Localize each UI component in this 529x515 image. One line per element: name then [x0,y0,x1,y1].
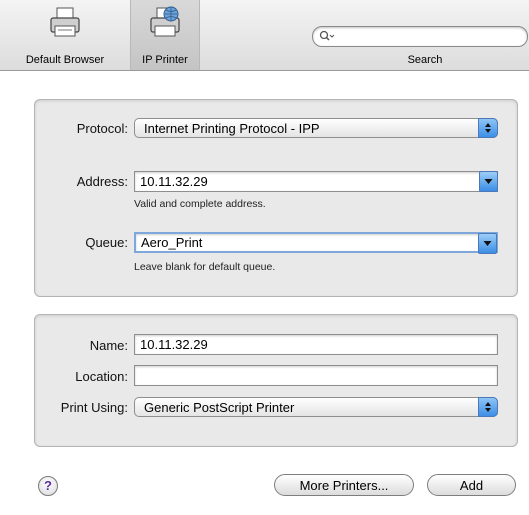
address-hint: Valid and complete address. [134,198,266,210]
up-down-arrows-icon [478,118,498,138]
chevron-down-icon[interactable] [478,233,497,254]
name-label: Name: [89,338,128,353]
print-using-value: Generic PostScript Printer [144,400,295,415]
location-label: Location: [75,369,128,384]
name-field[interactable]: 10.11.32.29 [134,334,498,355]
default-browser-tab[interactable]: Default Browser [0,0,130,70]
address-value: 10.11.32.29 [140,174,208,189]
ip-printer-tab[interactable]: IP Printer [130,0,200,70]
protocol-label: Protocol: [76,121,128,136]
toolbar: Default Browser IP Printer Search [0,0,529,71]
queue-hint: Leave blank for default queue. [134,261,276,273]
address-label: Address: [76,174,128,189]
help-button[interactable]: ? [38,476,58,496]
address-combo[interactable]: 10.11.32.29 [134,171,498,192]
network-printer-icon [150,6,180,37]
location-field[interactable] [134,365,498,386]
queue-label: Queue: [85,235,128,250]
search-label: Search [407,54,443,66]
chevron-down-icon[interactable] [479,171,498,192]
ip-printer-label: IP Printer [142,54,188,66]
name-value: 10.11.32.29 [140,337,208,352]
more-printers-button[interactable]: More Printers... [274,474,414,496]
add-button[interactable]: Add [427,474,516,496]
default-browser-label: Default Browser [25,54,105,66]
queue-value: Aero_Print [141,235,203,250]
printer-icon [50,7,80,37]
print-using-popup[interactable]: Generic PostScript Printer [134,397,498,417]
search-item: Search [330,0,520,70]
protocol-popup[interactable]: Internet Printing Protocol - IPP [134,118,498,138]
up-down-arrows-icon [478,397,498,417]
queue-combo[interactable]: Aero_Print [134,232,498,254]
protocol-value: Internet Printing Protocol - IPP [144,121,320,136]
print-using-label: Print Using: [60,400,128,415]
